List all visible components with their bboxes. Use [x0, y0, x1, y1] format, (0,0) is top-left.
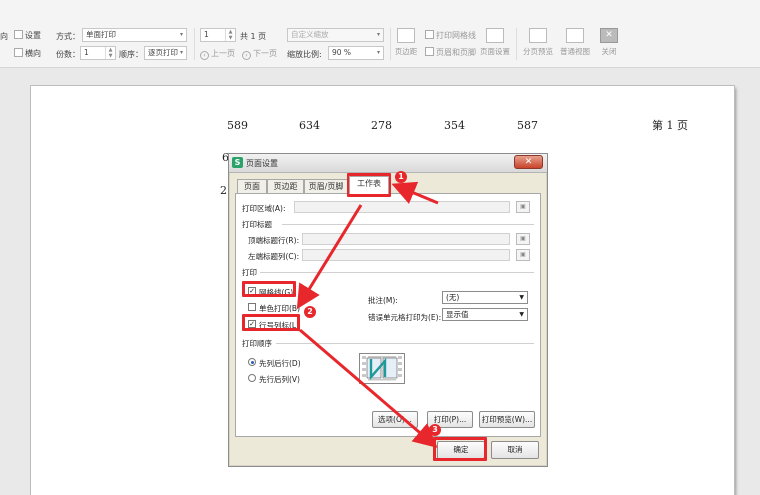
- print-area-label: 打印区域(A):: [242, 204, 286, 213]
- close-preview-button[interactable]: ✕ 关闭: [598, 28, 620, 57]
- print-order-label: 打印顺序: [242, 339, 272, 348]
- cell-value: 354: [444, 119, 465, 132]
- total-pages: 共 1 页: [240, 32, 267, 41]
- cancel-button[interactable]: 取消: [491, 441, 539, 459]
- page-setup-button[interactable]: 页面设置: [479, 28, 511, 57]
- copies-label: 份数：: [56, 50, 80, 59]
- tab-margins[interactable]: 页边距: [267, 179, 304, 193]
- mono-checkbox[interactable]: [248, 303, 256, 311]
- highlight-gridlines: [242, 281, 296, 297]
- print-preview-toolbar: 向 设置 横向 方式： 单面打印 ▾ 份数： 1 ▲ ▼ 顺序： 逐页打印 ▾ 1 ▲ ▼ …: [0, 0, 760, 68]
- grid-icon: [566, 28, 584, 43]
- zoom-label: 缩放比例:: [287, 50, 322, 59]
- header-footer-icon: [425, 47, 434, 56]
- chevron-down-icon: ▼: [519, 294, 524, 301]
- spin-icon[interactable]: ▲ ▼: [225, 29, 235, 41]
- app-logo-icon: S: [232, 157, 243, 168]
- checkbox-icon: [425, 30, 434, 39]
- page-number-label: 第 1 页: [652, 119, 688, 132]
- divider: [390, 28, 391, 60]
- highlight-ok-button: [433, 437, 487, 461]
- left-cols-label: 左端标题列(C):: [248, 252, 300, 261]
- cell-value: 634: [299, 119, 320, 132]
- order-label: 顺序：: [119, 50, 143, 59]
- print-order-preview-icon: [359, 353, 405, 384]
- mono-label: 单色打印(B): [259, 304, 300, 313]
- landscape-button[interactable]: 横向: [14, 48, 41, 59]
- top-rows-input[interactable]: [302, 233, 510, 245]
- chevron-down-icon: ▾: [179, 31, 183, 38]
- dialog-title: 页面设置: [246, 159, 278, 168]
- left-cols-input[interactable]: [302, 249, 510, 261]
- step-badge: 1: [395, 171, 407, 183]
- errors-select[interactable]: 显示值 ▼: [442, 308, 528, 321]
- top-rows-label: 顶端标题行(R):: [248, 236, 300, 245]
- normal-view-button[interactable]: 普通视图: [559, 28, 591, 57]
- method-select[interactable]: 单面打印 ▾: [82, 28, 187, 42]
- landscape-icon: [14, 48, 23, 57]
- options-button[interactable]: 选项(O)...: [372, 411, 418, 428]
- arrow-left-icon: ‹: [200, 51, 209, 60]
- divider: [194, 28, 195, 60]
- page-setup-dialog: S 页面设置 ✕ 页面 页边距 页眉/页脚 工作表 打印区域(A): ▣ 打印标…: [228, 153, 548, 467]
- page-setup-icon: [486, 28, 504, 43]
- custom-zoom-select[interactable]: 自定义缩放 ▾: [287, 28, 384, 42]
- errors-label: 错误单元格打印为(E):: [368, 313, 442, 322]
- header-footer-button[interactable]: 页眉和页脚: [425, 47, 476, 58]
- tab-header-footer[interactable]: 页眉/页脚: [304, 179, 348, 193]
- comments-label: 批注(M):: [368, 296, 398, 305]
- down-then-over-radio[interactable]: [248, 358, 256, 366]
- prev-page-button[interactable]: ‹ 上一页: [200, 48, 235, 60]
- page-number-stepper[interactable]: 1 ▲ ▼: [200, 28, 236, 42]
- order-select[interactable]: 逐页打印 ▾: [144, 46, 187, 60]
- chevron-down-icon: ▾: [376, 31, 380, 38]
- dialog-title-bar[interactable]: S 页面设置 ✕: [229, 154, 547, 173]
- divider: [282, 224, 534, 225]
- down-then-over-label: 先列后行(D): [259, 359, 301, 368]
- divider: [516, 28, 517, 60]
- zoom-select[interactable]: 90 % ▾: [328, 46, 384, 60]
- margins-button[interactable]: 页边距: [393, 28, 419, 57]
- print-titles-label: 打印标题: [242, 220, 272, 229]
- partial-label: 向: [0, 32, 8, 41]
- step-badge: 3: [429, 424, 441, 436]
- print-group-label: 打印: [242, 268, 257, 277]
- next-page-button[interactable]: › 下一页: [242, 48, 277, 60]
- chevron-down-icon: ▼: [519, 311, 524, 318]
- arrow-right-icon: ›: [242, 51, 251, 60]
- copies-stepper[interactable]: 1 ▲ ▼: [80, 46, 116, 60]
- range-select-icon[interactable]: ▣: [516, 233, 530, 245]
- print-preview-button[interactable]: 打印预览(W)...: [479, 411, 535, 428]
- over-then-down-label: 先行后列(V): [259, 375, 300, 384]
- method-label: 方式：: [56, 32, 80, 41]
- divider: [260, 272, 534, 273]
- page-break-preview-button[interactable]: 分页预览: [522, 28, 554, 57]
- page-break-icon: [529, 28, 547, 43]
- step-badge: 2: [304, 306, 316, 318]
- tab-page[interactable]: 页面: [237, 179, 267, 193]
- settings-button[interactable]: 设置: [14, 30, 41, 41]
- over-then-down-radio[interactable]: [248, 374, 256, 382]
- print-area-input[interactable]: [294, 201, 510, 213]
- chevron-down-icon: ▾: [376, 49, 380, 56]
- print-gridlines-checkbox[interactable]: 打印网格线: [425, 30, 476, 41]
- cell-value-partial: 2: [220, 184, 227, 197]
- range-select-icon[interactable]: ▣: [516, 201, 530, 213]
- divider: [276, 343, 534, 344]
- range-select-icon[interactable]: ▣: [516, 249, 530, 261]
- spin-icon[interactable]: ▲ ▼: [105, 47, 115, 59]
- cell-value: 587: [517, 119, 538, 132]
- cell-value: 278: [371, 119, 392, 132]
- margins-icon: [397, 28, 415, 43]
- chevron-down-icon: ▾: [179, 49, 183, 56]
- dialog-close-button[interactable]: ✕: [514, 155, 543, 169]
- highlight-row-col-headings: [242, 314, 300, 331]
- tab-sheet[interactable]: 工作表: [349, 176, 389, 194]
- cell-value: 589: [227, 119, 248, 132]
- comments-select[interactable]: (无) ▼: [442, 291, 528, 304]
- close-icon: ✕: [600, 28, 618, 43]
- settings-icon: [14, 30, 23, 39]
